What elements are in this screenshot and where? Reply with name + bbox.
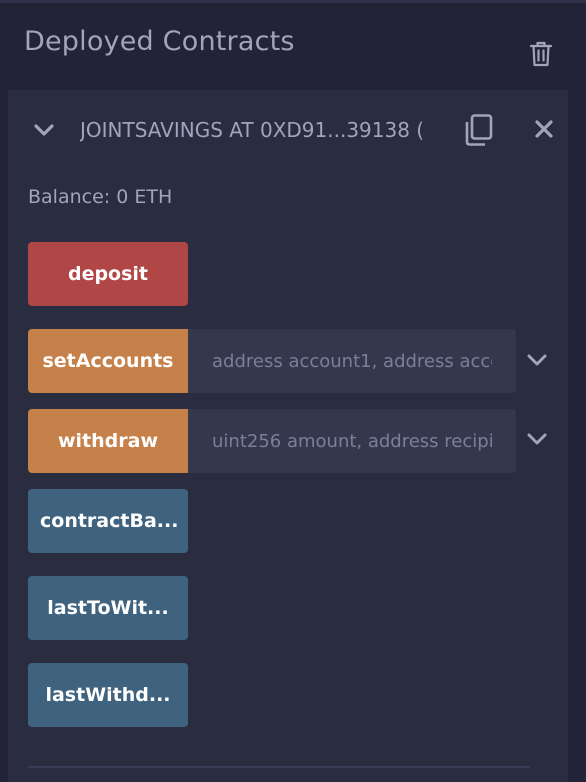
last-to-withdraw-button[interactable]: lastToWit... (28, 576, 188, 640)
chevron-down-icon[interactable] (32, 120, 56, 140)
contract-instance-title[interactable]: JOINTSAVINGS AT 0XD91...39138 ( (80, 118, 437, 142)
set-accounts-button[interactable]: setAccounts (28, 329, 188, 393)
withdraw-args-input[interactable] (188, 409, 516, 473)
contract-balance-button[interactable]: contractBa... (28, 489, 188, 553)
deposit-button[interactable]: deposit (28, 242, 188, 306)
set-accounts-args-input[interactable] (188, 329, 516, 393)
copy-icon[interactable] (462, 113, 494, 147)
section-title: Deployed Contracts (24, 26, 295, 57)
withdraw-button[interactable]: withdraw (28, 409, 188, 473)
deployed-contracts-header: Deployed Contracts (0, 0, 586, 88)
section-divider (28, 766, 530, 768)
last-withdraw-amount-button[interactable]: lastWithd... (28, 663, 188, 727)
contract-balance: Balance: 0 ETH (28, 186, 173, 208)
chevron-down-icon[interactable] (526, 351, 548, 369)
trash-icon[interactable] (529, 40, 553, 68)
close-icon[interactable] (534, 119, 554, 139)
chevron-down-icon[interactable] (526, 430, 548, 448)
